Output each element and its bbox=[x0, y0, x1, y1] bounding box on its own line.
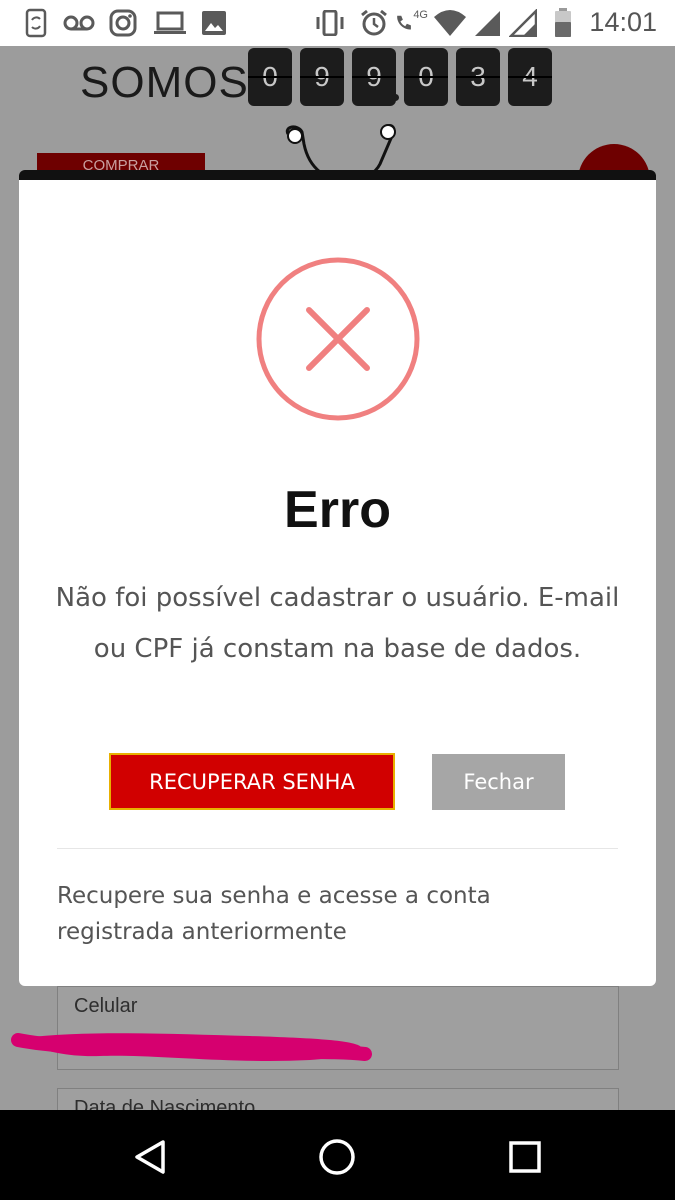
dialog-divider bbox=[57, 848, 618, 849]
dialog-message: Não foi possível cadastrar o usuário. E-… bbox=[55, 583, 620, 664]
battery-icon bbox=[550, 8, 576, 38]
signal-icon bbox=[472, 8, 502, 38]
close-button[interactable]: Fechar bbox=[432, 754, 565, 810]
signal-icon bbox=[508, 8, 538, 38]
headline: SOMOS bbox=[80, 58, 249, 107]
dialog-footer-text: Recupere sua senha e acesse a conta regi… bbox=[57, 883, 491, 945]
clock-time: 14:01 bbox=[589, 7, 657, 37]
error-x-icon bbox=[256, 257, 420, 421]
phone-field-label: Celular bbox=[74, 995, 138, 1017]
error-dialog: Erro Não foi possível cadastrar o usuári… bbox=[19, 170, 656, 986]
counter-digit: 4 bbox=[508, 48, 552, 106]
counter-digit: 0 bbox=[404, 48, 448, 106]
birthdate-field-label: Data de Nascimento bbox=[74, 1097, 256, 1110]
member-counter: 0 9 9 0 3 4 bbox=[248, 48, 552, 106]
network-type-label: 4G bbox=[413, 9, 428, 21]
counter-digit: 3 bbox=[456, 48, 500, 106]
wifi-call-icon: 4G bbox=[394, 8, 428, 38]
wifi-icon bbox=[430, 8, 470, 38]
alarm-icon bbox=[358, 8, 390, 38]
vibrate-icon bbox=[312, 8, 348, 38]
counter-digit: 0 bbox=[248, 48, 292, 106]
home-icon[interactable] bbox=[312, 1132, 362, 1182]
counter-separator bbox=[392, 94, 399, 101]
sync-phone-icon bbox=[22, 8, 50, 38]
back-icon[interactable] bbox=[125, 1132, 175, 1182]
status-bar: 4G 14:01 bbox=[0, 0, 675, 46]
laptop-icon bbox=[152, 8, 188, 38]
birthdate-field[interactable]: Data de Nascimento bbox=[57, 1088, 619, 1110]
recents-icon[interactable] bbox=[500, 1132, 550, 1182]
dialog-title: Erro bbox=[284, 481, 391, 539]
counter-digit: 9 bbox=[300, 48, 344, 106]
instagram-icon bbox=[108, 8, 138, 38]
counter-digit: 9 bbox=[352, 48, 396, 106]
redaction-scribble bbox=[11, 1033, 372, 1061]
voicemail-icon bbox=[62, 8, 96, 38]
navigation-bar bbox=[0, 1110, 675, 1200]
image-icon bbox=[200, 8, 228, 38]
recover-password-button[interactable]: RECUPERAR SENHA bbox=[109, 753, 395, 810]
